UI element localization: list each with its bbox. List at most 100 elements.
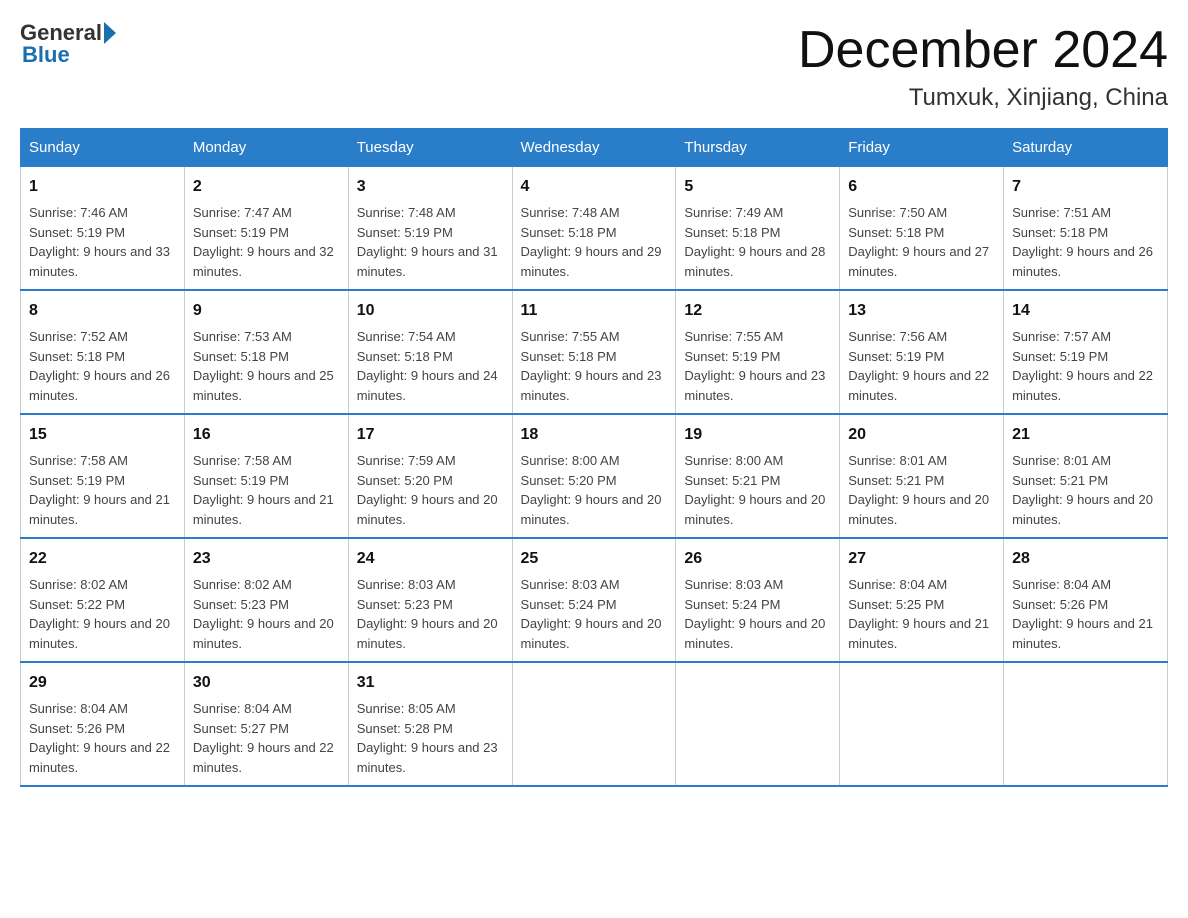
calendar-week-row: 8 Sunrise: 7:52 AMSunset: 5:18 PMDayligh… xyxy=(21,290,1168,414)
calendar-day-cell: 16 Sunrise: 7:58 AMSunset: 5:19 PMDaylig… xyxy=(184,414,348,538)
day-number: 2 xyxy=(193,175,340,199)
calendar-day-cell: 11 Sunrise: 7:55 AMSunset: 5:18 PMDaylig… xyxy=(512,290,676,414)
calendar-day-cell: 21 Sunrise: 8:01 AMSunset: 5:21 PMDaylig… xyxy=(1004,414,1168,538)
day-number: 24 xyxy=(357,547,504,571)
page-header: General Blue December 2024 Tumxuk, Xinji… xyxy=(20,20,1168,112)
logo-blue-text: Blue xyxy=(22,42,70,67)
header-sunday: Sunday xyxy=(21,129,185,167)
day-info: Sunrise: 8:02 AMSunset: 5:22 PMDaylight:… xyxy=(29,577,170,651)
day-number: 30 xyxy=(193,671,340,695)
calendar-day-cell: 19 Sunrise: 8:00 AMSunset: 5:21 PMDaylig… xyxy=(676,414,840,538)
calendar-day-cell: 25 Sunrise: 8:03 AMSunset: 5:24 PMDaylig… xyxy=(512,538,676,662)
day-info: Sunrise: 7:55 AMSunset: 5:19 PMDaylight:… xyxy=(684,329,825,403)
day-number: 7 xyxy=(1012,175,1159,199)
day-number: 20 xyxy=(848,423,995,447)
day-number: 31 xyxy=(357,671,504,695)
calendar-day-cell: 8 Sunrise: 7:52 AMSunset: 5:18 PMDayligh… xyxy=(21,290,185,414)
day-number: 3 xyxy=(357,175,504,199)
calendar-day-cell: 13 Sunrise: 7:56 AMSunset: 5:19 PMDaylig… xyxy=(840,290,1004,414)
day-number: 26 xyxy=(684,547,831,571)
header-tuesday: Tuesday xyxy=(348,129,512,167)
calendar-day-cell: 31 Sunrise: 8:05 AMSunset: 5:28 PMDaylig… xyxy=(348,662,512,786)
day-number: 1 xyxy=(29,175,176,199)
logo-arrow-icon xyxy=(104,22,116,44)
calendar-day-cell xyxy=(840,662,1004,786)
day-info: Sunrise: 7:51 AMSunset: 5:18 PMDaylight:… xyxy=(1012,205,1153,279)
calendar-day-cell: 6 Sunrise: 7:50 AMSunset: 5:18 PMDayligh… xyxy=(840,167,1004,291)
day-number: 9 xyxy=(193,299,340,323)
weekday-header-row: Sunday Monday Tuesday Wednesday Thursday… xyxy=(21,129,1168,167)
day-number: 13 xyxy=(848,299,995,323)
calendar-day-cell: 5 Sunrise: 7:49 AMSunset: 5:18 PMDayligh… xyxy=(676,167,840,291)
day-info: Sunrise: 8:00 AMSunset: 5:21 PMDaylight:… xyxy=(684,453,825,527)
calendar-body: 1 Sunrise: 7:46 AMSunset: 5:19 PMDayligh… xyxy=(21,167,1168,787)
calendar-day-cell: 26 Sunrise: 8:03 AMSunset: 5:24 PMDaylig… xyxy=(676,538,840,662)
calendar-day-cell: 1 Sunrise: 7:46 AMSunset: 5:19 PMDayligh… xyxy=(21,167,185,291)
calendar-day-cell: 3 Sunrise: 7:48 AMSunset: 5:19 PMDayligh… xyxy=(348,167,512,291)
day-number: 18 xyxy=(521,423,668,447)
calendar-table: Sunday Monday Tuesday Wednesday Thursday… xyxy=(20,128,1168,787)
calendar-day-cell: 14 Sunrise: 7:57 AMSunset: 5:19 PMDaylig… xyxy=(1004,290,1168,414)
header-monday: Monday xyxy=(184,129,348,167)
day-info: Sunrise: 8:02 AMSunset: 5:23 PMDaylight:… xyxy=(193,577,334,651)
calendar-week-row: 22 Sunrise: 8:02 AMSunset: 5:22 PMDaylig… xyxy=(21,538,1168,662)
day-info: Sunrise: 8:03 AMSunset: 5:24 PMDaylight:… xyxy=(521,577,662,651)
day-info: Sunrise: 7:49 AMSunset: 5:18 PMDaylight:… xyxy=(684,205,825,279)
calendar-week-row: 29 Sunrise: 8:04 AMSunset: 5:26 PMDaylig… xyxy=(21,662,1168,786)
calendar-day-cell: 29 Sunrise: 8:04 AMSunset: 5:26 PMDaylig… xyxy=(21,662,185,786)
calendar-day-cell: 9 Sunrise: 7:53 AMSunset: 5:18 PMDayligh… xyxy=(184,290,348,414)
calendar-day-cell xyxy=(512,662,676,786)
calendar-day-cell: 20 Sunrise: 8:01 AMSunset: 5:21 PMDaylig… xyxy=(840,414,1004,538)
day-info: Sunrise: 8:01 AMSunset: 5:21 PMDaylight:… xyxy=(1012,453,1153,527)
day-info: Sunrise: 8:05 AMSunset: 5:28 PMDaylight:… xyxy=(357,701,498,775)
day-info: Sunrise: 7:48 AMSunset: 5:18 PMDaylight:… xyxy=(521,205,662,279)
day-number: 27 xyxy=(848,547,995,571)
day-number: 4 xyxy=(521,175,668,199)
day-number: 15 xyxy=(29,423,176,447)
day-info: Sunrise: 7:52 AMSunset: 5:18 PMDaylight:… xyxy=(29,329,170,403)
day-info: Sunrise: 7:47 AMSunset: 5:19 PMDaylight:… xyxy=(193,205,334,279)
header-thursday: Thursday xyxy=(676,129,840,167)
day-info: Sunrise: 8:03 AMSunset: 5:24 PMDaylight:… xyxy=(684,577,825,651)
calendar-day-cell xyxy=(1004,662,1168,786)
day-info: Sunrise: 7:48 AMSunset: 5:19 PMDaylight:… xyxy=(357,205,498,279)
day-info: Sunrise: 7:50 AMSunset: 5:18 PMDaylight:… xyxy=(848,205,989,279)
day-info: Sunrise: 8:04 AMSunset: 5:25 PMDaylight:… xyxy=(848,577,989,651)
header-wednesday: Wednesday xyxy=(512,129,676,167)
day-info: Sunrise: 7:46 AMSunset: 5:19 PMDaylight:… xyxy=(29,205,170,279)
calendar-day-cell: 18 Sunrise: 8:00 AMSunset: 5:20 PMDaylig… xyxy=(512,414,676,538)
day-number: 28 xyxy=(1012,547,1159,571)
day-info: Sunrise: 8:04 AMSunset: 5:26 PMDaylight:… xyxy=(29,701,170,775)
day-info: Sunrise: 7:53 AMSunset: 5:18 PMDaylight:… xyxy=(193,329,334,403)
day-info: Sunrise: 8:01 AMSunset: 5:21 PMDaylight:… xyxy=(848,453,989,527)
day-number: 22 xyxy=(29,547,176,571)
calendar-week-row: 1 Sunrise: 7:46 AMSunset: 5:19 PMDayligh… xyxy=(21,167,1168,291)
day-number: 11 xyxy=(521,299,668,323)
calendar-day-cell: 15 Sunrise: 7:58 AMSunset: 5:19 PMDaylig… xyxy=(21,414,185,538)
day-number: 10 xyxy=(357,299,504,323)
calendar-day-cell: 7 Sunrise: 7:51 AMSunset: 5:18 PMDayligh… xyxy=(1004,167,1168,291)
calendar-day-cell: 10 Sunrise: 7:54 AMSunset: 5:18 PMDaylig… xyxy=(348,290,512,414)
calendar-day-cell xyxy=(676,662,840,786)
calendar-day-cell: 24 Sunrise: 8:03 AMSunset: 5:23 PMDaylig… xyxy=(348,538,512,662)
day-info: Sunrise: 8:03 AMSunset: 5:23 PMDaylight:… xyxy=(357,577,498,651)
calendar-day-cell: 17 Sunrise: 7:59 AMSunset: 5:20 PMDaylig… xyxy=(348,414,512,538)
day-info: Sunrise: 8:04 AMSunset: 5:26 PMDaylight:… xyxy=(1012,577,1153,651)
logo: General Blue xyxy=(20,20,118,68)
calendar-day-cell: 30 Sunrise: 8:04 AMSunset: 5:27 PMDaylig… xyxy=(184,662,348,786)
day-info: Sunrise: 7:57 AMSunset: 5:19 PMDaylight:… xyxy=(1012,329,1153,403)
day-number: 5 xyxy=(684,175,831,199)
day-info: Sunrise: 7:58 AMSunset: 5:19 PMDaylight:… xyxy=(29,453,170,527)
day-info: Sunrise: 7:55 AMSunset: 5:18 PMDaylight:… xyxy=(521,329,662,403)
header-friday: Friday xyxy=(840,129,1004,167)
day-number: 14 xyxy=(1012,299,1159,323)
header-saturday: Saturday xyxy=(1004,129,1168,167)
month-title: December 2024 xyxy=(798,20,1168,80)
day-number: 23 xyxy=(193,547,340,571)
day-info: Sunrise: 8:04 AMSunset: 5:27 PMDaylight:… xyxy=(193,701,334,775)
day-number: 21 xyxy=(1012,423,1159,447)
day-number: 25 xyxy=(521,547,668,571)
day-number: 6 xyxy=(848,175,995,199)
day-info: Sunrise: 8:00 AMSunset: 5:20 PMDaylight:… xyxy=(521,453,662,527)
day-number: 16 xyxy=(193,423,340,447)
